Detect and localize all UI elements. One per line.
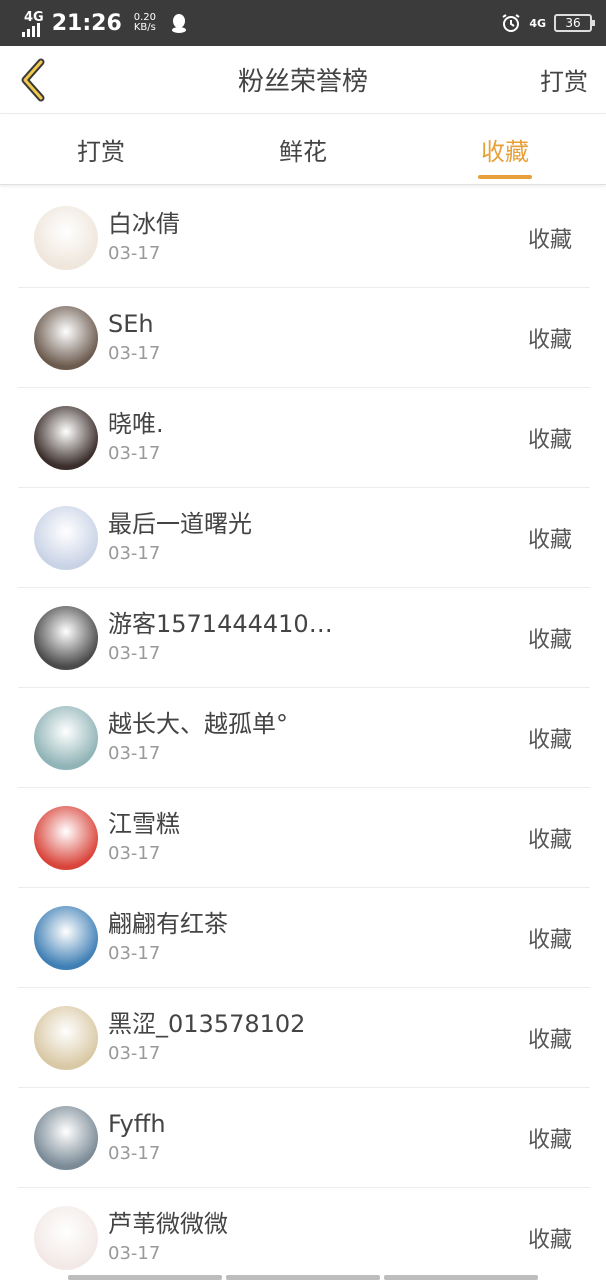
back-button[interactable] [14, 54, 50, 106]
tab-favorites[interactable]: 收藏 [404, 115, 606, 184]
date-label: 03-17 [108, 1042, 161, 1064]
date-label: 03-17 [108, 542, 161, 564]
avatar[interactable] [34, 1105, 98, 1170]
list-item[interactable]: 游客1571444410… 03-17 收藏 [18, 588, 590, 688]
status-right: 4G 36 [501, 13, 595, 33]
user-info: 最后一道曙光 03-17 [108, 509, 252, 567]
date-label: 03-17 [108, 442, 161, 464]
network-indicator: 4G [24, 9, 44, 25]
user-info: 黑涩_013578102 03-17 [108, 1009, 305, 1067]
network-speed: 0.20 KB/s [134, 13, 156, 33]
user-name: 最后一道曙光 [108, 509, 252, 538]
list-item[interactable]: 翩翩有红茶 03-17 收藏 [18, 888, 590, 988]
qq-penguin-icon [172, 14, 187, 33]
avatar[interactable] [34, 805, 98, 870]
tab-active-indicator [478, 175, 532, 179]
signal-strength-icon [21, 23, 40, 37]
user-name: 翩翩有红茶 [108, 909, 228, 938]
page-title: 粉丝荣誉榜 [237, 67, 368, 97]
avatar[interactable] [34, 1005, 98, 1070]
list-item[interactable]: 最后一道曙光 03-17 收藏 [18, 488, 590, 588]
date-label: 03-17 [108, 742, 161, 764]
avatar[interactable] [34, 405, 98, 470]
avatar[interactable] [34, 205, 98, 270]
clock: 21:26 [51, 10, 122, 36]
list-item[interactable]: 越长大、越孤单° 03-17 收藏 [18, 688, 590, 788]
tab-label: 鲜花 [279, 138, 327, 166]
action-label: 收藏 [527, 327, 572, 353]
action-label: 收藏 [527, 427, 572, 453]
tab-flowers[interactable]: 鲜花 [202, 115, 404, 184]
date-label: 03-17 [108, 342, 161, 364]
action-label: 收藏 [527, 527, 572, 553]
tab-label: 收藏 [481, 138, 529, 166]
network-type: 4G [529, 16, 546, 30]
date-label: 03-17 [108, 942, 161, 964]
list-item[interactable]: 江雪糕 03-17 收藏 [18, 788, 590, 888]
list-item[interactable]: 芦苇微微微 03-17 收藏 [18, 1188, 590, 1280]
user-info: 翩翩有红茶 03-17 [108, 909, 228, 967]
speed-unit: KB/s [133, 22, 156, 33]
status-bar: 4G 21:26 0.20 KB/s 4G 36 [0, 0, 606, 46]
action-label: 收藏 [527, 727, 572, 753]
user-name: 白冰倩 [108, 209, 180, 238]
alarm-clock-icon [502, 14, 520, 32]
list-item[interactable]: 黑涩_013578102 03-17 收藏 [18, 988, 590, 1088]
action-label: 收藏 [527, 627, 572, 653]
action-label: 收藏 [527, 1027, 572, 1053]
action-label: 收藏 [527, 827, 572, 853]
date-label: 03-17 [108, 1142, 161, 1164]
tab-bar: 打赏 鲜花 收藏 [0, 115, 606, 185]
fan-list: 白冰倩 03-17 收藏 SEh 03-17 收藏 晓唯. 03-17 收藏 最后一道曙光 03-1… [18, 188, 590, 1280]
user-name: SEh [108, 309, 154, 338]
user-name: 江雪糕 [108, 809, 180, 838]
date-label: 03-17 [108, 1242, 161, 1264]
list-item[interactable]: 白冰倩 03-17 收藏 [18, 188, 590, 288]
battery-icon: 36 [554, 14, 595, 32]
avatar[interactable] [34, 1205, 98, 1270]
list-item[interactable]: 晓唯. 03-17 收藏 [18, 388, 590, 488]
user-name: 游客1571444410… [108, 609, 333, 638]
user-name: 黑涩_013578102 [108, 1009, 306, 1038]
list-item[interactable]: Fyffh 03-17 收藏 [18, 1088, 590, 1188]
action-label: 收藏 [527, 227, 572, 253]
user-info: 江雪糕 03-17 [108, 809, 180, 867]
avatar[interactable] [34, 505, 98, 570]
user-name: Fyffh [108, 1109, 166, 1138]
reward-button[interactable]: 打赏 [540, 62, 588, 97]
list-item[interactable]: SEh 03-17 收藏 [18, 288, 590, 388]
user-name: 晓唯. [108, 409, 164, 438]
tab-label: 打赏 [77, 138, 125, 166]
avatar[interactable] [34, 905, 98, 970]
user-name: 越长大、越孤单° [108, 709, 288, 738]
user-info: Fyffh 03-17 [108, 1109, 166, 1167]
user-info: 游客1571444410… 03-17 [108, 609, 333, 667]
action-label: 收藏 [527, 927, 572, 953]
user-info: SEh 03-17 [108, 309, 160, 367]
avatar[interactable] [34, 605, 98, 670]
date-label: 03-17 [108, 842, 161, 864]
date-label: 03-17 [108, 642, 161, 664]
user-info: 芦苇微微微 03-17 [108, 1209, 228, 1267]
date-label: 03-17 [108, 242, 161, 264]
status-left: 4G 21:26 0.20 KB/s [21, 9, 188, 37]
avatar[interactable] [34, 305, 98, 370]
user-info: 晓唯. 03-17 [108, 409, 164, 467]
bottom-scroll-indicator [68, 1275, 538, 1280]
action-label: 收藏 [527, 1127, 572, 1153]
user-info: 越长大、越孤单° 03-17 [108, 709, 288, 767]
chevron-left-icon [21, 58, 45, 102]
battery-level: 36 [565, 16, 581, 30]
user-name: 芦苇微微微 [108, 1209, 228, 1238]
tab-reward[interactable]: 打赏 [0, 115, 202, 184]
user-info: 白冰倩 03-17 [108, 209, 180, 267]
app-header: 粉丝荣誉榜 打赏 [0, 46, 606, 114]
action-label: 收藏 [527, 1227, 572, 1253]
avatar[interactable] [34, 705, 98, 770]
